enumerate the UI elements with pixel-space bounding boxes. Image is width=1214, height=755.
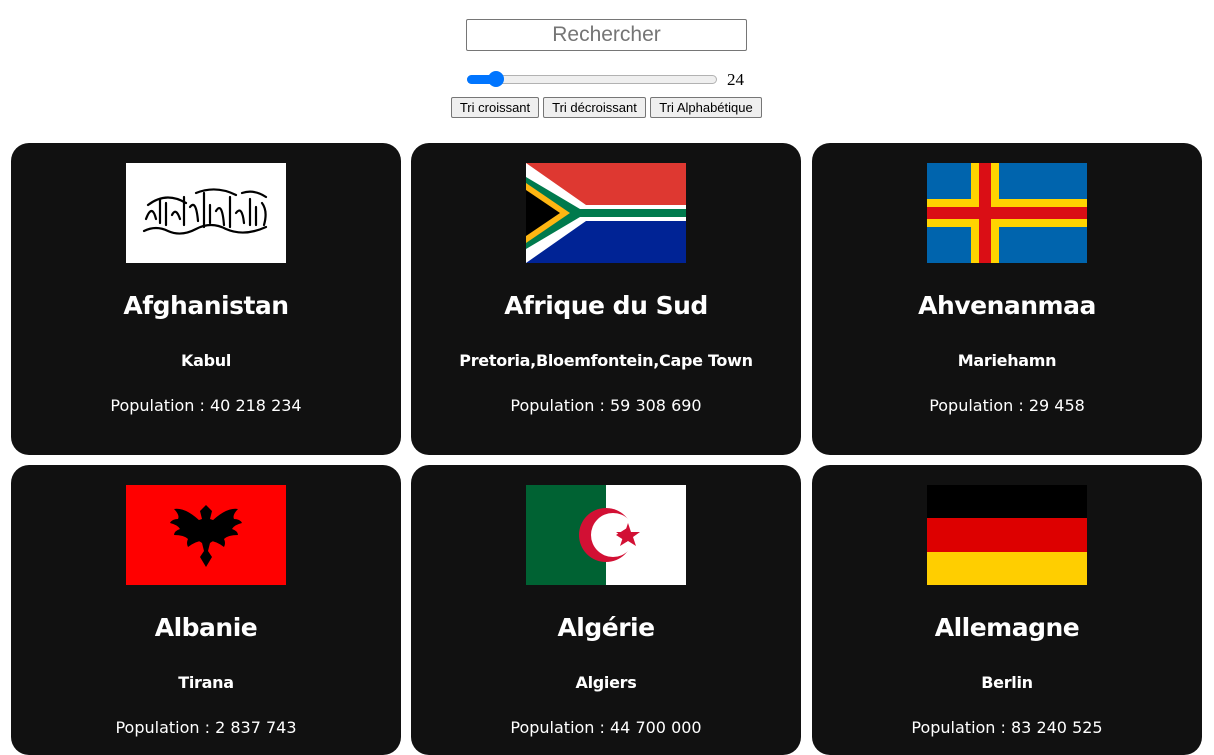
country-name: Ahvenanmaa xyxy=(918,291,1096,320)
south-africa-flag xyxy=(526,163,686,263)
afghanistan-flag xyxy=(126,163,286,263)
count-slider[interactable] xyxy=(467,71,717,87)
slider-thumb[interactable] xyxy=(488,71,505,87)
country-card[interactable]: Ahvenanmaa Mariehamn Population : 29 458 xyxy=(812,143,1202,455)
country-population: Population : 83 240 525 xyxy=(812,718,1202,737)
population-value: 40 218 234 xyxy=(210,396,302,415)
albania-flag xyxy=(126,485,286,585)
controls-bar: 24 Tri croissant Tri décroissant Tri Alp… xyxy=(0,0,1214,140)
population-label: Population : xyxy=(110,396,210,415)
country-population: Population : 29 458 xyxy=(812,396,1202,415)
country-name: Afrique du Sud xyxy=(504,291,708,320)
country-name: Algérie xyxy=(557,613,655,642)
country-capital: Mariehamn xyxy=(957,351,1057,370)
country-capital: Pretoria,Bloemfontein,Cape Town xyxy=(459,351,753,370)
country-name: Allemagne xyxy=(934,613,1080,642)
search-input[interactable] xyxy=(466,19,747,51)
germany-flag xyxy=(927,485,1087,585)
population-label: Population : xyxy=(929,396,1029,415)
country-capital: Tirana xyxy=(178,673,234,692)
algeria-flag xyxy=(526,485,686,585)
population-label: Population : xyxy=(911,718,1011,737)
country-card[interactable]: Algérie Algiers Population : 44 700 000 xyxy=(411,465,801,755)
country-population: Population : 2 837 743 xyxy=(11,718,401,737)
country-population: Population : 44 700 000 xyxy=(411,718,801,737)
country-population: Population : 40 218 234 xyxy=(11,396,401,415)
population-value: 59 308 690 xyxy=(610,396,702,415)
country-card[interactable]: Afrique du Sud Pretoria,Bloemfontein,Cap… xyxy=(411,143,801,455)
country-name: Afghanistan xyxy=(123,291,289,320)
sort-alphabetical-button[interactable]: Tri Alphabétique xyxy=(650,97,762,118)
slider-value: 24 xyxy=(727,70,744,89)
population-value: 29 458 xyxy=(1028,396,1085,415)
slider-track[interactable] xyxy=(467,75,717,84)
country-name: Albanie xyxy=(154,613,258,642)
population-value: 44 700 000 xyxy=(610,718,702,737)
population-label: Population : xyxy=(510,396,610,415)
country-capital: Kabul xyxy=(180,351,232,370)
sort-ascending-button[interactable]: Tri croissant xyxy=(451,97,539,118)
country-capital: Algiers xyxy=(575,673,637,692)
country-card[interactable]: Allemagne Berlin Population : 83 240 525 xyxy=(812,465,1202,755)
population-label: Population : xyxy=(510,718,610,737)
population-label: Population : xyxy=(115,718,216,737)
aland-flag xyxy=(927,163,1087,263)
country-capital: Berlin xyxy=(981,673,1033,692)
country-card[interactable]: Afghanistan Kabul Population : 40 218 23… xyxy=(11,143,401,455)
population-value: 83 240 525 xyxy=(1011,718,1103,737)
population-value: 2 837 743 xyxy=(215,718,297,737)
country-population: Population : 59 308 690 xyxy=(411,396,801,415)
sort-descending-button[interactable]: Tri décroissant xyxy=(543,97,646,118)
country-card[interactable]: Albanie Tirana Population : 2 837 743 xyxy=(11,465,401,755)
